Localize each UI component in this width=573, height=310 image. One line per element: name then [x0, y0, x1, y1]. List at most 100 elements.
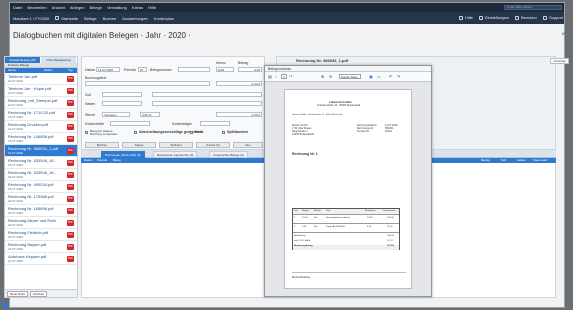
cost-center-field[interactable]: [110, 121, 150, 126]
document-list-item[interactable]: Rechnung Drucker.pdf 13.07.2020 PDF: [5, 121, 77, 133]
delete-button[interactable]: Löschen: [29, 290, 48, 297]
toolbar-startseite[interactable]: Startseite: [55, 16, 78, 21]
period-field[interactable]: 07: [138, 67, 147, 72]
document-page: Lieferant GmbH Industriestraße 12 · 8000…: [284, 89, 412, 289]
grid-col-beleg[interactable]: Beleg: [113, 158, 121, 163]
tab-ohne-belegbezug[interactable]: Ohne Belegbezug: [41, 57, 77, 63]
toolbar-support[interactable]: Support: [542, 15, 563, 20]
depreciation-checkbox[interactable]: [134, 131, 137, 134]
document-list-item[interactable]: Rechnung Nr. 533546_16... 15.07.2020 PDF: [5, 157, 77, 169]
tax-select[interactable]: Vorsteuer: [102, 112, 130, 117]
help-search-input[interactable]: In der Hilfe suchen: [504, 5, 562, 10]
toolbar-einstellungen[interactable]: Einstellungen: [478, 15, 509, 20]
batch-button[interactable]: Stapel: [122, 142, 156, 148]
document-number-field[interactable]: [178, 67, 210, 72]
document-list-item[interactable]: Rechnung Nr. 165896.pdf 20.07.2020 PDF: [5, 205, 77, 217]
client-selector[interactable]: Mandant 1 / FY2020: [13, 16, 49, 21]
tab-ungebuchte[interactable]: Ungebuchte Belege (0): [209, 151, 248, 158]
document-list-item[interactable]: Rechnung Fleitrich.pdf 20.07.2020 PDF: [5, 229, 77, 241]
pdf-icon: PDF: [67, 196, 74, 202]
page-count: / 1: [289, 74, 293, 78]
toolbar-buchen[interactable]: Buchen: [103, 16, 117, 21]
document-list-item[interactable]: Rechnung Nr. 400034.pdf 15.07.2020 PDF: [5, 181, 77, 193]
document-list-item[interactable]: Rechnung Nr. 1710-20.pdf 13.07.2020 PDF: [5, 109, 77, 121]
document-list-item[interactable]: Rechnung Bayser.pdf 22.07.2020 PDF: [5, 241, 77, 253]
menu-bearbeiten[interactable]: Bearbeiten: [27, 5, 46, 10]
prev-page-icon[interactable]: ↑: [275, 74, 277, 79]
sender-line: Lieferant GmbH · Industriestraße 12 · 80…: [292, 114, 343, 116]
document-list-item[interactable]: Rechnung_mit_Stempel.pdf 10.07.2020 PDF: [5, 97, 77, 109]
document-list-item[interactable]: Telekom Jan.pdf 10.07.2020 PDF: [5, 73, 77, 85]
document-list-item[interactable]: Rechnung Nr. 580034_1.pdf 13.07.2020 PDF: [5, 145, 77, 157]
menu-belege[interactable]: Belege: [90, 5, 102, 10]
document-list-item[interactable]: Rechnung Nr. 533546_16... 15.07.2020 PDF: [5, 169, 77, 181]
tax-rate-field[interactable]: 0,00 %: [140, 112, 160, 117]
close-icon[interactable]: ×: [561, 32, 565, 38]
toolbar-kontenplan[interactable]: Kontenplan: [154, 16, 174, 21]
cell: Papier A4 500 Blatt: [326, 226, 345, 228]
credit-account-field[interactable]: [102, 101, 142, 106]
grid-col-datum[interactable]: Datum: [84, 158, 93, 163]
grid-col-soll[interactable]: Soll: [501, 158, 506, 163]
pdf-icon: PDF: [67, 100, 74, 106]
book-button[interactable]: Buchen: [85, 142, 119, 148]
menu-hilfe[interactable]: Hilfe: [148, 5, 156, 10]
toolbar: Mandant 1 / FY2020 Startseite Belege Buc…: [10, 12, 564, 24]
tax-label: zzgl. 19 % MwSt.: [294, 240, 311, 242]
menu-ablegen[interactable]: Ablegen: [70, 5, 85, 10]
grid-col-haben[interactable]: Haben: [517, 158, 526, 163]
document-list-item[interactable]: Rechnung Meyer und Roth 20.07.2020 PDF: [5, 217, 77, 229]
tax-amount-field: 0,00 €: [216, 112, 262, 117]
date-field[interactable]: 13.07.2020: [96, 67, 120, 72]
menu-extras[interactable]: Extras: [132, 5, 143, 10]
note-checkbox[interactable]: [190, 131, 193, 134]
document-date: 13.07.2020: [8, 127, 24, 131]
document-date: 13.07.2020: [8, 139, 24, 143]
document-list-item[interactable]: Rechnung Nr. 175586.pdf 20.07.2020 PDF: [5, 193, 77, 205]
menu-datei[interactable]: Datei: [13, 5, 22, 10]
debit-account-field[interactable]: [102, 92, 142, 97]
zoom-select[interactable]: Ganze Seite: [339, 74, 361, 79]
new-button[interactable]: Neu: [233, 142, 263, 148]
fit-page-icon[interactable]: ▣: [369, 74, 373, 79]
document-list-item[interactable]: Rechnung Nr. 146856.pdf 13.07.2020 PDF: [5, 133, 77, 145]
back-button[interactable]: Zurück (F): [196, 142, 230, 148]
fit-width-icon[interactable]: ▭: [377, 74, 381, 79]
note-label: Notiz: [195, 130, 204, 134]
toolbar-hilfe[interactable]: Hilfe: [458, 15, 473, 20]
th-einzelpreis: Einzelpreis: [365, 210, 376, 212]
tab-bearbeitete[interactable]: Bearbeitete ungebuchte (0): [153, 151, 198, 158]
document-date: 22.07.2020: [8, 247, 24, 251]
zoom-in-icon[interactable]: ⊕: [321, 74, 324, 79]
rotate-left-icon[interactable]: ↶: [389, 74, 392, 79]
document-date: 13.07.2020: [8, 115, 24, 119]
split-ext-button[interactable]: Split-Ext: [159, 142, 193, 148]
booking-form: Datum 13.07.2020 Periode 07 Belegnummer …: [81, 56, 265, 150]
cost-unit-field[interactable]: [200, 121, 230, 126]
app-status-icon[interactable]: [2, 302, 8, 308]
zoom-out-icon[interactable]: ⊖: [329, 74, 332, 79]
menu-verwaltung[interactable]: Verwaltung: [107, 5, 127, 10]
page-number-field[interactable]: 1: [281, 74, 287, 79]
document-list-item[interactable]: Autohaus Keppler.pdf 22.07.2020 PDF: [5, 253, 77, 265]
preview-button[interactable]: Vorschau: [550, 58, 569, 64]
tab-buchungen[interactable]: Buchungen (letzte 100) (0): [101, 151, 145, 158]
rotate-right-icon[interactable]: ↷: [397, 74, 400, 79]
toolbar-belege[interactable]: Belege: [84, 16, 96, 21]
document-list-item[interactable]: Telekom Jan · Kopie.pdf 10.07.2020 PDF: [5, 85, 77, 97]
new-note-button[interactable]: Neue Notiz: [7, 290, 28, 297]
grid-col-steuersatz[interactable]: Steuersatz: [533, 158, 547, 163]
amount-field[interactable]: 0,00: [238, 67, 262, 72]
label-soll: Soll: [85, 93, 91, 97]
reuse-document-checkbox[interactable]: [85, 131, 88, 134]
split-checkbox[interactable]: [222, 131, 225, 134]
toolbar-benutzer[interactable]: Benutzer: [514, 15, 537, 20]
menu-ansicht[interactable]: Ansicht: [52, 5, 65, 10]
grid-col-betrag[interactable]: Betrag: [481, 158, 490, 163]
booking-text-field[interactable]: [85, 81, 210, 86]
toolbar-auswertungen[interactable]: Auswertungen: [122, 16, 148, 21]
print-icon[interactable]: ▤: [268, 74, 272, 79]
th-gesamtpreis: Gesamtpreis: [383, 210, 396, 212]
currency-field[interactable]: EUR: [216, 67, 234, 72]
grid-col-periode[interactable]: Periode: [97, 158, 107, 163]
